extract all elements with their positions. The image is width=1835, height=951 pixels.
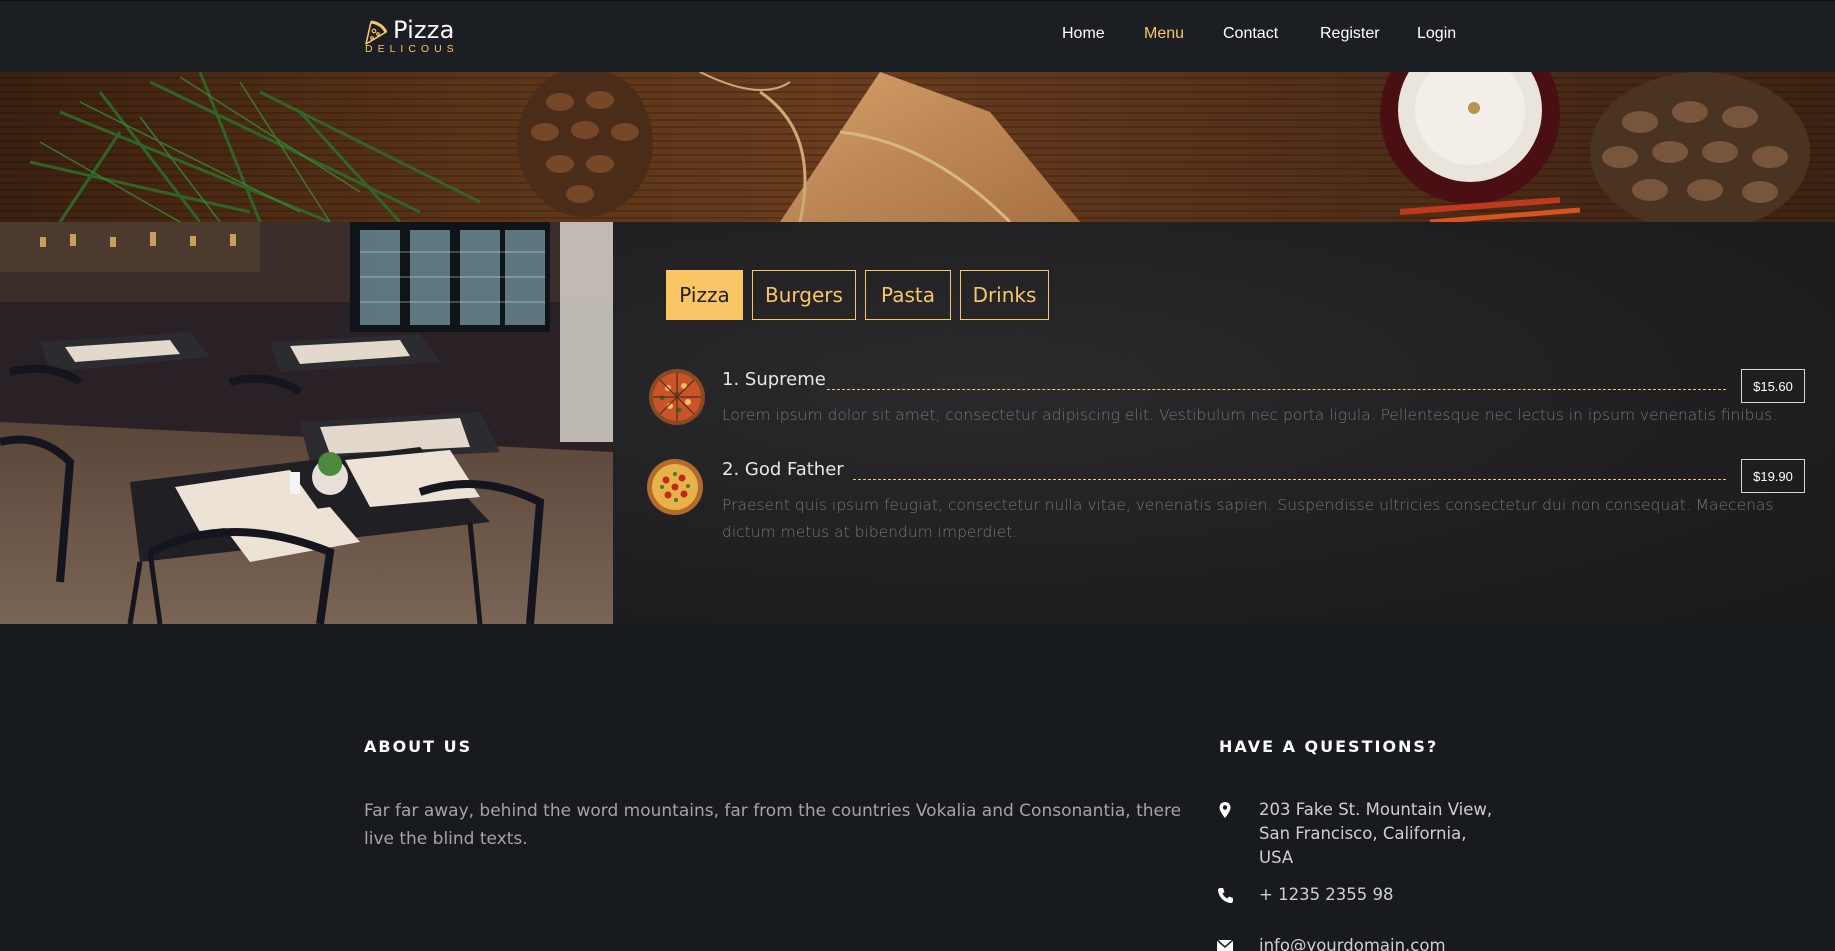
menu-item-name: 2. God Father: [722, 459, 844, 480]
tab-drinks[interactable]: Drinks: [960, 270, 1049, 320]
banner-decor: [29, 72, 1810, 222]
restaurant-illustration: [0, 222, 613, 624]
nav-login[interactable]: Login: [1417, 25, 1456, 43]
phone-icon: [1218, 888, 1233, 903]
address: 203 Fake St. Mountain View, San Francisc…: [1259, 798, 1519, 870]
address-line: San Francisco, California,: [1259, 824, 1467, 843]
nav-menu[interactable]: Menu: [1144, 25, 1184, 43]
nav-contact[interactable]: Contact: [1223, 25, 1278, 43]
dotted-leader: [827, 389, 1726, 390]
phone-link[interactable]: + 1235 2355 98: [1259, 883, 1394, 907]
nav-register[interactable]: Register: [1320, 25, 1380, 43]
pizza-supreme-image: [649, 369, 705, 425]
questions-heading: HAVE A QUESTIONS?: [1219, 737, 1439, 756]
brand-subtitle: DELICOUS: [365, 43, 459, 55]
tab-pasta[interactable]: Pasta: [865, 270, 951, 320]
navbar: Pizza DELICOUS Home Menu Contact Registe…: [0, 1, 1835, 72]
envelope-icon: [1217, 939, 1233, 951]
brand-logo[interactable]: Pizza DELICOUS: [363, 16, 473, 57]
pizza-godfather-image: [647, 459, 703, 515]
menu-panel: Pizza Burgers Pasta Drinks 1. Supreme $1…: [613, 222, 1835, 624]
menu-item-price: $19.90: [1741, 459, 1805, 493]
about-us-heading: ABOUT US: [364, 737, 473, 756]
email-link[interactable]: info@yourdomain.com: [1259, 934, 1446, 951]
menu-section: Pizza Burgers Pasta Drinks 1. Supreme $1…: [0, 222, 1835, 624]
brand-title: Pizza: [393, 16, 455, 44]
restaurant-interior-image: [0, 222, 613, 624]
address-line: USA: [1259, 848, 1294, 867]
footer: ABOUT US Far far away, behind the word m…: [0, 624, 1835, 951]
nav-home[interactable]: Home: [1062, 25, 1105, 43]
dotted-leader: [853, 479, 1726, 480]
hero-banner-image: [0, 72, 1835, 222]
map-marker-icon: [1219, 802, 1231, 818]
menu-item-price: $15.60: [1741, 369, 1805, 403]
tab-burgers[interactable]: Burgers: [752, 270, 856, 320]
tab-pizza[interactable]: Pizza: [666, 270, 743, 320]
menu-item-description: Lorem ipsum dolor sit amet, consectetur …: [722, 406, 1778, 424]
menu-item-description: Praesent quis ipsum feugiat, consectetur…: [722, 496, 1774, 541]
about-us-text: Far far away, behind the word mountains,…: [364, 801, 1182, 849]
menu-item-name: 1. Supreme: [722, 369, 826, 390]
main-menu: Home Menu Contact Register Login: [1062, 25, 1462, 49]
address-line: 203 Fake St. Mountain View,: [1259, 800, 1493, 819]
